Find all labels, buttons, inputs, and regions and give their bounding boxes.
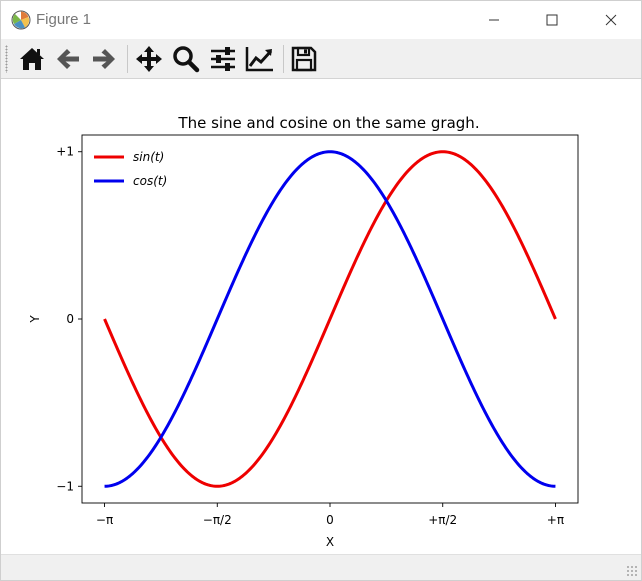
resize-grip[interactable] <box>626 565 638 577</box>
y-tick-label: 0 <box>66 312 74 326</box>
x-tick-label: 0 <box>326 513 334 527</box>
toolbar-separator <box>127 45 128 73</box>
configure-subplots-button[interactable] <box>208 43 238 75</box>
arrow-right-icon <box>93 49 115 69</box>
x-tick-label: −π <box>96 513 113 527</box>
save-button[interactable] <box>289 43 319 75</box>
chart-line-icon <box>245 47 273 72</box>
maximize-button[interactable] <box>529 1 575 39</box>
title-bar[interactable]: Figure 1 <box>1 1 641 39</box>
back-button[interactable] <box>53 43 83 75</box>
maximize-icon <box>546 14 558 26</box>
pan-button[interactable] <box>134 43 164 75</box>
y-tick-label: −1 <box>56 479 74 493</box>
series-line-sin <box>103 150 557 488</box>
plot-area: −π −π/2 0 +π/2 +π +1 0 −1 sin(t) cos(t) <box>56 134 579 527</box>
close-icon <box>605 14 617 26</box>
navigation-toolbar <box>1 39 641 79</box>
toolbar-separator <box>283 45 284 73</box>
arrow-left-icon <box>57 49 79 69</box>
legend-label-cos: cos(t) <box>133 174 167 188</box>
status-bar <box>1 554 641 580</box>
home-button[interactable] <box>17 43 47 75</box>
x-tick-label: +π/2 <box>428 513 457 527</box>
floppy-disk-icon <box>291 46 317 72</box>
chart-title: The sine and cosine on the same gragh. <box>177 114 479 132</box>
forward-button[interactable] <box>89 43 119 75</box>
window-title: Figure 1 <box>36 11 92 28</box>
move-icon <box>136 46 162 72</box>
x-tick-label: −π/2 <box>203 513 232 527</box>
figure-window: Figure 1 The sine and cosine on the same… <box>0 0 642 581</box>
close-button[interactable] <box>588 1 634 39</box>
y-axis-label: Y <box>28 315 42 324</box>
figure-canvas[interactable]: The sine and cosine on the same gragh. −… <box>1 79 641 554</box>
home-icon <box>20 48 44 70</box>
toolbar-grip[interactable] <box>5 45 8 73</box>
minimize-icon <box>489 19 499 21</box>
sliders-icon <box>211 47 235 71</box>
plot[interactable]: The sine and cosine on the same gragh. −… <box>1 79 641 554</box>
x-axis-label: X <box>326 535 334 549</box>
minimize-button[interactable] <box>471 1 517 39</box>
magnifier-icon <box>173 46 200 73</box>
zoom-button[interactable] <box>171 43 201 75</box>
legend-label-sin: sin(t) <box>133 150 164 164</box>
x-tick-label: +π <box>547 513 564 527</box>
edit-axis-button[interactable] <box>245 43 275 75</box>
matplotlib-icon <box>11 10 31 30</box>
y-tick-label: +1 <box>56 145 74 159</box>
